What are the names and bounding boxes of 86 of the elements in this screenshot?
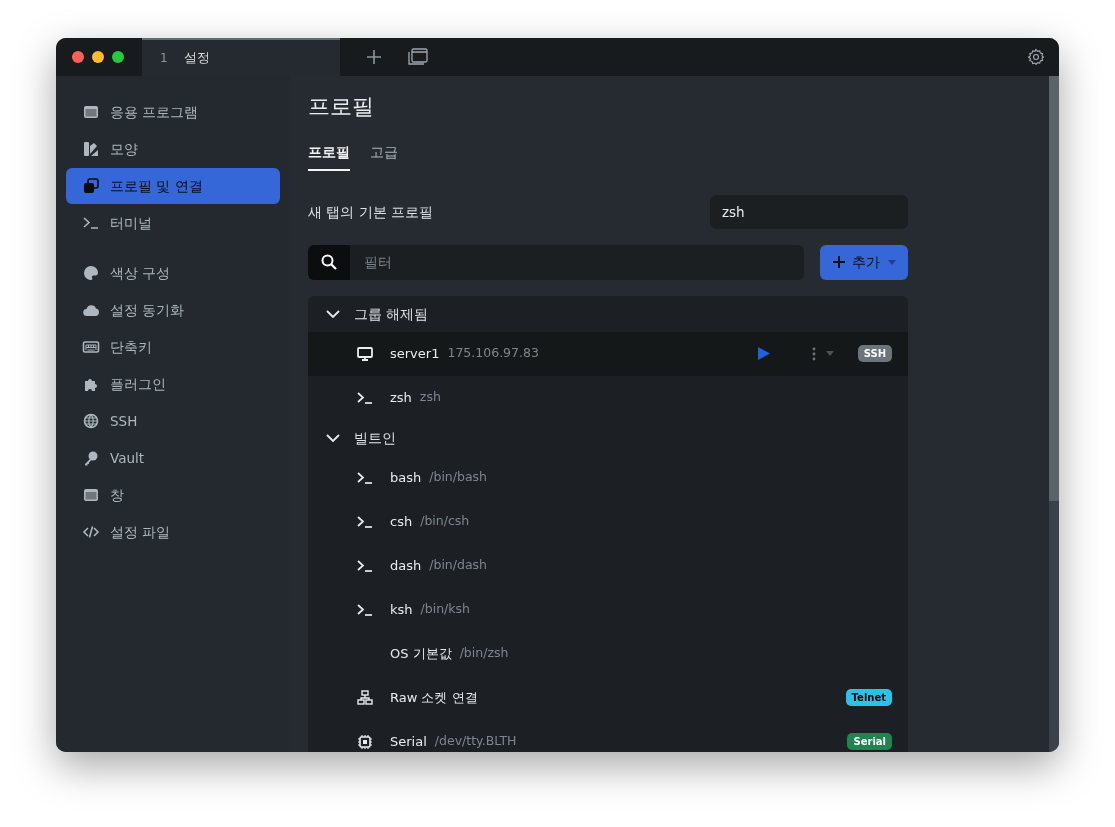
- profile-name: Raw 소켓 연결: [390, 688, 478, 707]
- sidebar-item[interactable]: 단축키: [66, 329, 280, 365]
- plus-icon: [832, 255, 846, 270]
- terminal-icon: [356, 513, 374, 530]
- profile-detail: /bin/dash: [429, 556, 488, 575]
- windows-icon[interactable]: [408, 48, 428, 66]
- profile-name: zsh: [390, 388, 412, 407]
- filter-field[interactable]: 필터: [350, 244, 804, 280]
- palette-icon: [82, 265, 100, 281]
- app-window-icon: [82, 104, 100, 120]
- kebab-icon: [811, 346, 816, 361]
- profile-detail: /bin/csh: [420, 512, 470, 531]
- type-badge: SSH: [857, 345, 892, 363]
- profile-name: dash: [390, 556, 422, 575]
- sidebar-item[interactable]: 설정 동기화: [66, 292, 280, 328]
- profile-row[interactable]: csh /bin/csh: [308, 499, 908, 544]
- search-icon[interactable]: [308, 244, 350, 280]
- play-button[interactable]: [757, 347, 770, 361]
- terminal-icon: [356, 389, 374, 406]
- profile-detail: /bin/ksh: [420, 600, 470, 619]
- profile-detail: zsh: [419, 388, 441, 407]
- sidebar-item[interactable]: 모양: [66, 131, 280, 167]
- sidebar-item[interactable]: 응용 프로그램: [66, 94, 280, 130]
- search-glyph-icon: [321, 254, 337, 271]
- caret-icon: [825, 351, 834, 357]
- profile-row[interactable]: Raw 소켓 연결 Telnet: [308, 675, 908, 720]
- profile-row[interactable]: Serial /dev/tty.BLTH Serial: [308, 719, 908, 752]
- profile-row[interactable]: server1 175.106.97.83 SSH: [308, 331, 908, 376]
- terminal-icon: [82, 215, 100, 231]
- group-header[interactable]: 빌트인: [308, 419, 908, 456]
- sidebar-item[interactable]: 프로필 및 연결: [66, 168, 280, 204]
- group-header[interactable]: 그룹 해제됨: [308, 295, 908, 332]
- profile-name: Serial: [390, 732, 427, 751]
- type-badge: Serial: [847, 733, 892, 751]
- default-profile-select[interactable]: zsh: [710, 194, 908, 229]
- monitor-icon: [356, 345, 374, 362]
- sidebar-item[interactable]: 플러그인: [66, 366, 280, 402]
- window-icon: [82, 487, 100, 503]
- page-title: 프로필: [308, 94, 375, 121]
- add-button[interactable]: 추가: [820, 244, 908, 280]
- minimize-button[interactable]: [92, 51, 104, 63]
- profile-row[interactable]: ksh /bin/ksh: [308, 587, 908, 632]
- sidebar-item[interactable]: 설정 파일: [66, 514, 280, 550]
- terminal-icon: [356, 601, 374, 618]
- profile-name: OS 기본값: [390, 644, 452, 663]
- profile-name: csh: [390, 512, 413, 531]
- profile-row[interactable]: zsh zsh: [308, 375, 908, 420]
- profile-name: server1: [390, 344, 440, 363]
- profile-row[interactable]: dash /bin/dash: [308, 543, 908, 588]
- profile-name: bash: [390, 468, 422, 487]
- terminal-icon: [356, 469, 374, 486]
- close-button[interactable]: [72, 51, 84, 63]
- settings-icon[interactable]: [1027, 48, 1045, 66]
- profile-row[interactable]: bash /bin/bash: [308, 455, 908, 500]
- tab[interactable]: 프로필: [308, 142, 350, 171]
- globe-icon: [82, 413, 100, 429]
- code-icon: [82, 524, 100, 540]
- sidebar-item[interactable]: 창: [66, 477, 280, 513]
- chip-icon: [356, 733, 374, 750]
- sidebar-item[interactable]: SSH: [66, 403, 280, 439]
- cloud-icon: [82, 302, 100, 318]
- sidebar-item[interactable]: 터미널: [66, 205, 280, 241]
- sidebar-item[interactable]: 색상 구성: [66, 255, 280, 291]
- profile-detail: /dev/tty.BLTH: [434, 732, 517, 751]
- tab[interactable]: 고급: [370, 142, 398, 171]
- profile-detail: /bin/zsh: [459, 644, 509, 663]
- network-icon: [356, 689, 374, 706]
- profile-row[interactable]: OS 기본값 /bin/zsh: [308, 631, 908, 676]
- default-profile-label: 새 탭의 기본 프로필: [308, 202, 433, 222]
- stacked-windows-icon: [82, 178, 100, 194]
- zoom-button[interactable]: [112, 51, 124, 63]
- caret-icon: [888, 259, 896, 265]
- profile-detail: /bin/bash: [429, 468, 488, 487]
- profile-name: ksh: [390, 600, 413, 619]
- play-icon: [757, 347, 770, 361]
- window-tab[interactable]: 1 설정: [142, 38, 340, 76]
- more-button[interactable]: [811, 346, 834, 361]
- puzzle-icon: [82, 376, 100, 392]
- sidebar-item[interactable]: Vault: [66, 440, 280, 476]
- key-icon: [82, 450, 100, 466]
- keyboard-icon: [82, 339, 100, 355]
- scrollbar[interactable]: [1049, 76, 1059, 752]
- profile-detail: 175.106.97.83: [447, 344, 539, 363]
- swatch-icon: [82, 141, 100, 157]
- terminal-icon: [356, 557, 374, 574]
- type-badge: Telnet: [845, 689, 892, 707]
